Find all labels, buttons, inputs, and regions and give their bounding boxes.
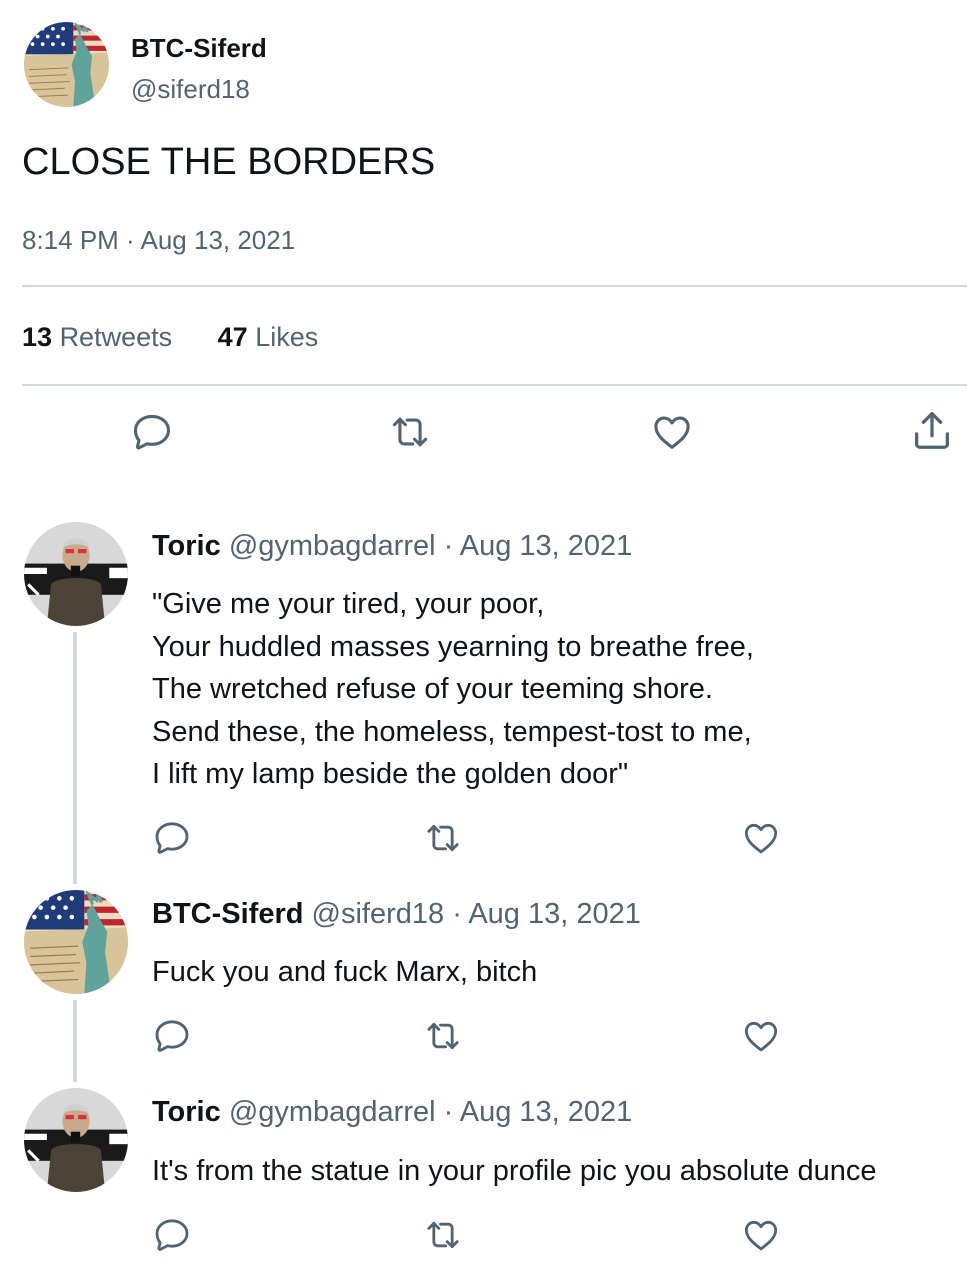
retweets-stat[interactable]: 13 Retweets <box>22 322 180 352</box>
divider-bottom <box>22 384 967 386</box>
heart-icon[interactable] <box>650 410 694 454</box>
author-avatar[interactable] <box>24 22 109 107</box>
reply-text: It's from the statue in your profile pic… <box>152 1150 877 1193</box>
reply-line: Fuck you and fuck Marx, bitch <box>152 956 538 988</box>
reply-text: "Give me your tired, your poor, Your hud… <box>152 583 754 796</box>
reply-line: "Give me your tired, your poor, <box>152 588 545 620</box>
reply-author-handle[interactable]: @gymbagdarrel <box>229 530 436 562</box>
reply-author-handle[interactable]: @siferd18 <box>312 898 445 930</box>
retweets-label: Retweets <box>59 322 173 352</box>
reply-icon[interactable] <box>152 1016 192 1056</box>
share-icon[interactable] <box>909 407 955 453</box>
reply-date[interactable]: · Aug 13, 2021 <box>444 1096 633 1128</box>
reply-icon[interactable] <box>130 410 174 454</box>
likes-label: Likes <box>255 322 319 352</box>
tweet-text: CLOSE THE BORDERS <box>22 141 436 183</box>
author-handle[interactable]: @siferd18 <box>131 74 250 105</box>
reply-author-name[interactable]: Toric <box>152 530 221 562</box>
reply-line: Send these, the homeless, tempest-tost t… <box>152 715 752 748</box>
reply-line: It's from the statue in your profile pic… <box>152 1155 877 1187</box>
retweet-icon[interactable] <box>423 818 463 858</box>
likes-stat[interactable]: 47 Likes <box>218 322 319 352</box>
reply-avatar-toric[interactable] <box>24 522 128 626</box>
reply-icon[interactable] <box>152 1215 192 1255</box>
thread-connector <box>73 1000 77 1082</box>
reply-author-name[interactable]: BTC-Siferd <box>152 898 303 930</box>
heart-icon[interactable] <box>741 1215 781 1255</box>
author-name[interactable]: BTC-Siferd <box>131 33 267 64</box>
reply-text: Fuck you and fuck Marx, bitch <box>152 951 537 994</box>
divider-top <box>22 285 967 287</box>
likes-count: 47 <box>217 322 248 352</box>
reply-header: Toric @gymbagdarrel · Aug 13, 2021 <box>152 530 632 563</box>
reply-avatar-btc-siferd[interactable] <box>24 890 128 994</box>
retweets-count: 13 <box>22 322 53 352</box>
retweet-icon[interactable] <box>423 1215 463 1255</box>
retweet-icon[interactable] <box>388 410 432 454</box>
thread-connector <box>73 632 77 884</box>
reply-date[interactable]: · Aug 13, 2021 <box>452 898 641 930</box>
heart-icon[interactable] <box>741 1016 781 1056</box>
reply-author-name[interactable]: Toric <box>152 1096 221 1128</box>
reply-icon[interactable] <box>152 818 192 858</box>
reply-avatar-toric[interactable] <box>24 1088 128 1192</box>
heart-icon[interactable] <box>741 818 781 858</box>
reply-line: I lift my lamp beside the golden door" <box>152 758 629 790</box>
reply-line: Your huddled masses yearning to breathe … <box>152 630 754 663</box>
reply-author-handle[interactable]: @gymbagdarrel <box>229 1096 436 1128</box>
reply-header: BTC-Siferd @siferd18 · Aug 13, 2021 <box>152 898 641 931</box>
reply-header: Toric @gymbagdarrel · Aug 13, 2021 <box>152 1096 632 1129</box>
reply-line: The wretched refuse of your teeming shor… <box>152 673 713 705</box>
retweet-icon[interactable] <box>423 1016 463 1056</box>
tweet-timestamp[interactable]: 8:14 PM · Aug 13, 2021 <box>22 225 295 256</box>
reply-date[interactable]: · Aug 13, 2021 <box>444 530 633 562</box>
tweet-stats: 13 Retweets 47 Likes <box>22 322 318 353</box>
